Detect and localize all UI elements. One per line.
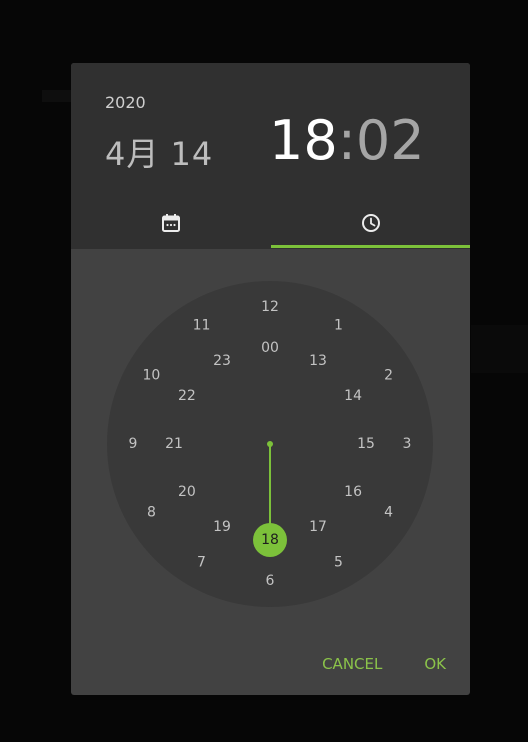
hour-23[interactable]: 23 <box>213 353 231 369</box>
calendar-icon <box>161 214 180 232</box>
hour-15[interactable]: 15 <box>357 436 375 452</box>
hour-11[interactable]: 11 <box>193 317 211 333</box>
picker-header: 2020 4月 14 18:02 <box>71 63 470 249</box>
hour-2[interactable]: 2 <box>384 368 393 384</box>
dialog-actions: CANCEL OK <box>316 647 452 681</box>
hour-4[interactable]: 4 <box>384 505 393 521</box>
hour-13[interactable]: 13 <box>309 353 327 369</box>
clock-dial[interactable]: 121234567891011001314151617181920212223 <box>107 281 433 607</box>
clock-center-dot <box>267 441 273 447</box>
hour-19[interactable]: 19 <box>213 519 231 535</box>
background-text-fragment <box>42 90 72 102</box>
cancel-button[interactable]: CANCEL <box>316 647 388 681</box>
hour-7[interactable]: 7 <box>197 555 206 571</box>
hour-8[interactable]: 8 <box>147 505 156 521</box>
hour-5[interactable]: 5 <box>334 555 343 571</box>
clock-icon <box>361 214 380 232</box>
hour-display[interactable]: 18 <box>269 109 338 172</box>
hour-18[interactable]: 18 <box>261 532 279 548</box>
tab-clock[interactable] <box>271 199 470 247</box>
hour-16[interactable]: 16 <box>344 484 362 500</box>
date-label[interactable]: 4月 14 <box>105 129 213 175</box>
hour-1[interactable]: 1 <box>334 317 343 333</box>
hour-14[interactable]: 14 <box>344 388 362 404</box>
year-label[interactable]: 2020 <box>105 93 146 112</box>
hour-9[interactable]: 9 <box>129 436 138 452</box>
hour-17[interactable]: 17 <box>309 519 327 535</box>
time-picker-dialog: 2020 4月 14 18:02 12 1 2 3 4 5 6 7 8 9 10… <box>71 63 470 695</box>
hour-3[interactable]: 3 <box>403 436 412 452</box>
hour-00[interactable]: 00 <box>261 340 279 356</box>
hour-10[interactable]: 10 <box>142 368 160 384</box>
hour-12[interactable]: 12 <box>261 299 279 315</box>
tab-indicator <box>271 245 470 248</box>
hour-6[interactable]: 6 <box>266 573 275 589</box>
hour-20[interactable]: 20 <box>178 484 196 500</box>
tab-date[interactable] <box>71 199 270 247</box>
minute-display[interactable]: 02 <box>356 109 425 172</box>
time-separator: : <box>337 109 356 172</box>
hour-22[interactable]: 22 <box>178 388 196 404</box>
background-panel-fragment <box>471 325 528 373</box>
time-display: 18:02 <box>269 109 425 173</box>
ok-button[interactable]: OK <box>418 647 452 681</box>
hour-21[interactable]: 21 <box>165 436 183 452</box>
